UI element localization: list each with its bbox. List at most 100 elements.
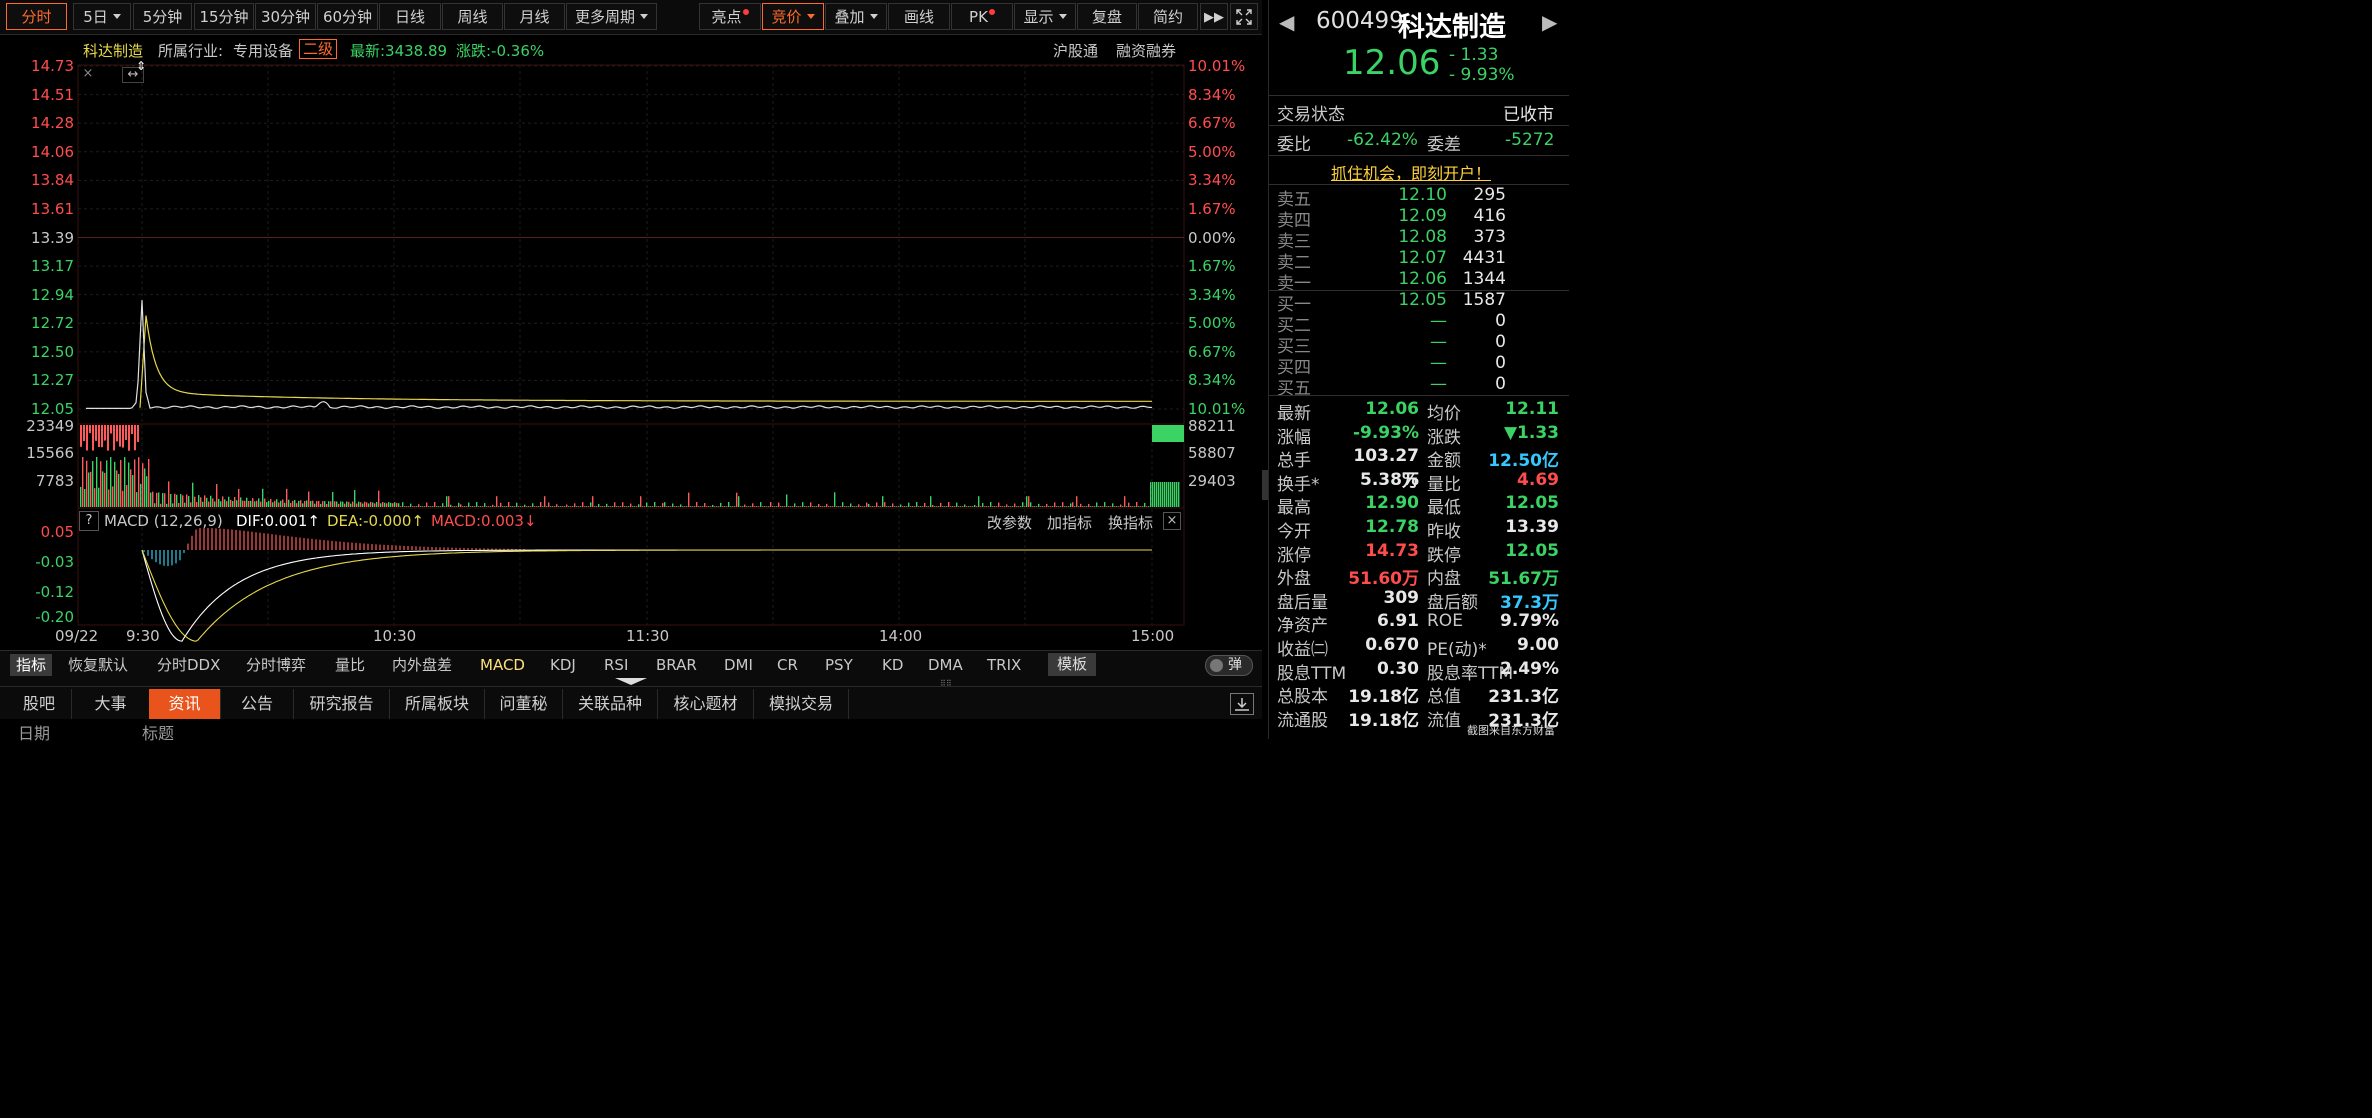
macd-title[interactable]: MACD (12,26,9) [104,512,223,530]
highlight-button[interactable]: 亮点 [699,3,761,30]
volume-bar [166,503,168,507]
display-dropdown[interactable]: 显示 [1014,3,1076,30]
stat-value: 9.00 [1517,635,1559,655]
download-icon[interactable] [1230,693,1254,715]
news-tab-6[interactable]: 问董秘 [485,689,563,719]
volume-bar [1170,482,1172,507]
close-icon[interactable]: × [1163,512,1181,530]
volume-bar [132,475,134,507]
indicator-4-button[interactable]: 量比 [335,654,365,676]
period-month-button[interactable]: 月线 [504,3,565,30]
indicator-6-button[interactable]: MACD [480,654,525,676]
period-5day-button[interactable]: 5日 [73,3,131,30]
news-tab-9[interactable]: 模拟交易 [754,689,849,719]
news-tab-5[interactable]: 所属板块 [390,689,485,719]
volume-bar [1030,502,1032,507]
add-indicator-button[interactable]: 加指标 [1047,512,1092,533]
period-week-button[interactable]: 周线 [442,3,503,30]
simple-mode-button[interactable]: 简约 [1138,3,1198,30]
indicator-0-button[interactable]: 指标 [10,654,53,676]
auction-dropdown[interactable]: 竞价 [762,3,824,30]
period-5min-button[interactable]: 5分钟 [133,3,192,30]
volume-bar [1152,482,1154,507]
indicator-13-button[interactable]: KD [882,654,903,676]
book-price: 12.05 [1398,290,1447,310]
switch-indicator-button[interactable]: 换指标 [1108,512,1153,533]
popup-toggle[interactable]: 弹 [1205,655,1253,676]
auction-volume-bar [86,425,88,451]
indicator-8-button[interactable]: RSI [604,654,628,676]
prev-stock-icon[interactable]: ◀ [1279,10,1294,34]
news-tab-1[interactable]: 大事 [72,689,150,719]
list-header-date: 日期 [18,724,51,743]
news-tab-3[interactable]: 公告 [221,689,294,719]
volume-bar [794,503,796,507]
volume-bar [438,506,440,507]
pct-tick-label: 3.34% [1188,285,1236,304]
volume-bar [594,506,596,507]
news-tab-2[interactable]: 资讯 [149,689,221,719]
indicator-15-button[interactable]: TRIX [987,654,1021,676]
volume-bar [1178,482,1180,507]
volume-bar [618,506,620,507]
news-tab-7[interactable]: 关联品种 [563,689,658,719]
template-button[interactable]: 模板 [1048,653,1096,676]
indicator-5-button[interactable]: 内外盘差 [392,654,452,676]
indicator-9-button[interactable]: BRAR [656,654,697,676]
period-30min-button[interactable]: 30分钟 [255,3,316,30]
pk-button[interactable]: PK [951,3,1013,30]
next-stock-icon[interactable]: ▶ [1542,10,1557,34]
indicator-2-button[interactable]: 分时DDX [157,654,220,676]
volume-bar [1142,506,1144,507]
volume-bar [664,502,666,507]
stat-value: 6.91 [1377,611,1419,632]
volume-bar [312,500,314,507]
period-intraday-button[interactable]: 分时 [6,3,67,30]
volume-bar [1144,502,1146,507]
volume-bar [1150,482,1152,507]
volume-bar [554,506,556,507]
volume-bar [134,459,136,507]
volume-bar [602,506,604,507]
stock-code: 600499 [1316,8,1404,34]
more-periods-dropdown[interactable]: 更多周期 [566,3,657,30]
double-chevron-right-icon[interactable]: ▶▶ [1200,3,1228,30]
volume-bar [112,486,114,507]
volume-bar [592,496,594,507]
indicator-11-button[interactable]: CR [777,654,798,676]
pct-tick-label: 0.00% [1188,228,1236,247]
period-60min-button[interactable]: 60分钟 [317,3,378,30]
volume-bar [804,506,806,507]
overlay-dropdown[interactable]: 叠加 [825,3,887,30]
indicator-12-button[interactable]: PSY [825,654,853,676]
indicator-7-button[interactable]: KDJ [550,654,576,676]
volume-bar [108,489,110,507]
news-tab-0[interactable]: 股吧 [7,689,72,719]
period-label: 分时 [21,8,52,26]
fullscreen-icon[interactable] [1230,3,1258,30]
replay-button[interactable]: 复盘 [1077,3,1137,30]
indicator-3-button[interactable]: 分时博弈 [246,654,306,676]
stat-label: 涨停 [1277,545,1311,566]
news-tab-8[interactable]: 核心题材 [658,689,754,719]
period-day-button[interactable]: 日线 [379,3,441,30]
period-15min-button[interactable]: 15分钟 [194,3,254,30]
period-toolbar: 分时 5日 5分钟 15分钟 30分钟 60分钟 日线 周线 月线 更多周期 亮… [0,0,1262,35]
edit-params-button[interactable]: 改参数 [987,512,1032,533]
chevron-down-icon[interactable] [615,678,647,685]
vertical-resize-icon[interactable]: ⇕ [136,59,146,73]
help-icon[interactable]: ? [79,511,99,531]
indicator-10-button[interactable]: DMI [724,654,753,676]
volume-bar [250,500,252,507]
indicator-1-button[interactable]: 恢复默认 [68,654,128,676]
volume-bar [826,503,828,507]
open-account-promo-link[interactable]: 抓住机会，即刻开户！ [1331,160,1491,184]
indicator-14-button[interactable]: DMA [928,654,963,676]
close-icon[interactable]: × [81,67,95,81]
panel-splitter[interactable]: ⠿⠿ [0,678,1262,688]
news-tab-4[interactable]: 研究报告 [294,689,390,719]
stock-name: 科达制造 [1398,12,1506,43]
volume-bar [834,492,836,507]
chart-canvas[interactable] [0,35,1262,650]
draw-button[interactable]: 画线 [888,3,950,30]
